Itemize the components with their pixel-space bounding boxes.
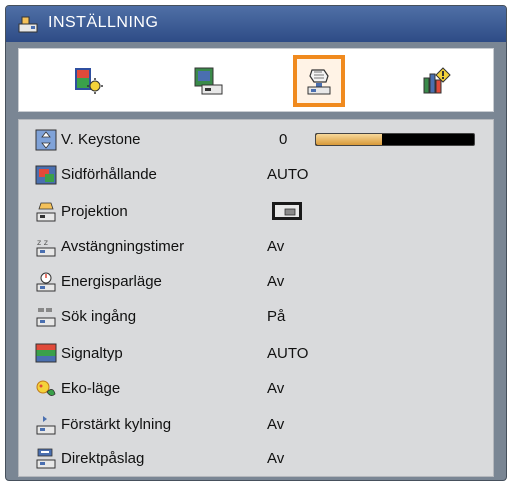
projection-row[interactable]: Projektion bbox=[19, 195, 493, 229]
source-search-value: På bbox=[267, 308, 286, 325]
signal-type-icon bbox=[35, 343, 57, 365]
aspect-ratio-icon bbox=[35, 164, 57, 186]
display-screen-icon bbox=[194, 67, 223, 95]
options-info-icon bbox=[423, 67, 451, 94]
eco-mode-value: Av bbox=[267, 380, 285, 397]
front-projection-icon bbox=[271, 201, 303, 221]
aspect-ratio-row[interactable]: Sidförhållande AUTO bbox=[19, 158, 493, 192]
signal-type-label: Signaltyp bbox=[61, 345, 123, 362]
high-cooling-label: Förstärkt kylning bbox=[61, 416, 172, 433]
high-cooling-value: Av bbox=[267, 416, 285, 433]
image-settings-tab[interactable] bbox=[62, 55, 114, 107]
eco-mode-label: Eko-läge bbox=[61, 380, 121, 397]
projection-icon bbox=[35, 201, 57, 223]
sleep-timer-row[interactable]: z z Avstängningstimer Av bbox=[19, 230, 493, 264]
menu-title: INSTÄLLNING bbox=[48, 14, 159, 31]
svg-text:z z: z z bbox=[37, 238, 48, 247]
power-save-icon bbox=[35, 271, 57, 293]
keystone-label: V. Keystone bbox=[61, 131, 141, 148]
keystone-row[interactable]: V. Keystone 0 bbox=[19, 123, 493, 157]
signal-type-row[interactable]: Signaltyp AUTO bbox=[19, 337, 493, 371]
setup-tab[interactable] bbox=[293, 55, 345, 107]
sleep-timer-value: Av bbox=[267, 238, 285, 255]
power-save-value: Av bbox=[267, 273, 285, 290]
menu-tab-strip bbox=[18, 48, 494, 112]
sleep-timer-label: Avstängningstimer bbox=[61, 238, 185, 255]
direct-power-label: Direktpåslag bbox=[61, 450, 145, 467]
source-search-icon bbox=[35, 306, 57, 328]
eco-mode-row[interactable]: Eko-läge Av bbox=[19, 372, 493, 406]
projection-label: Projektion bbox=[61, 203, 128, 220]
keystone-slider[interactable] bbox=[315, 133, 475, 146]
source-search-label: Sök ingång bbox=[61, 308, 137, 325]
projector-osd-menu: INSTÄLLNING V. Keystone 0 Sidförhållande… bbox=[5, 5, 507, 481]
power-save-row[interactable]: Energisparläge Av bbox=[19, 265, 493, 299]
signal-type-value: AUTO bbox=[267, 345, 309, 362]
direct-power-icon bbox=[35, 448, 57, 470]
eco-mode-icon bbox=[35, 378, 57, 400]
direct-power-value: Av bbox=[267, 450, 285, 467]
setup-icon bbox=[18, 15, 38, 33]
aspect-ratio-value: AUTO bbox=[267, 166, 309, 183]
menu-title-bar: INSTÄLLNING bbox=[6, 6, 506, 42]
keystone-slider-fill bbox=[316, 134, 383, 145]
power-save-label: Energisparläge bbox=[61, 273, 162, 290]
direct-power-row[interactable]: Direktpåslag Av bbox=[19, 442, 493, 476]
high-cooling-icon bbox=[35, 414, 57, 436]
keystone-icon bbox=[35, 129, 57, 151]
settings-panel: V. Keystone 0 Sidförhållande AUTO Projek… bbox=[18, 119, 494, 477]
keystone-value: 0 bbox=[279, 131, 288, 148]
high-cooling-row[interactable]: Förstärkt kylning Av bbox=[19, 408, 493, 442]
source-search-row[interactable]: Sök ingång På bbox=[19, 300, 493, 334]
options-tab[interactable] bbox=[410, 55, 462, 107]
setup-hand-icon bbox=[307, 69, 331, 95]
sleep-timer-icon: z z bbox=[35, 236, 57, 258]
aspect-ratio-label: Sidförhållande bbox=[61, 166, 157, 183]
picture-palette-icon bbox=[75, 68, 103, 94]
display-settings-tab[interactable] bbox=[182, 55, 234, 107]
